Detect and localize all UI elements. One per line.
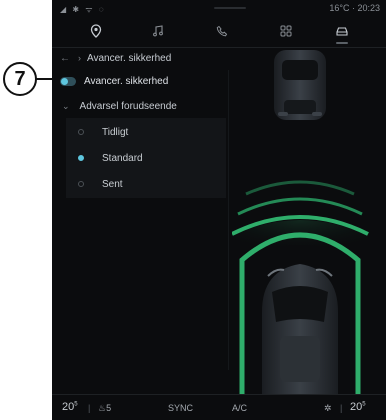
- status-handle: [214, 7, 246, 9]
- sensor-arcs: [232, 180, 369, 260]
- option-label: Standard: [102, 152, 143, 164]
- callout-number-7: 7: [3, 62, 37, 96]
- footer-separator: |: [88, 403, 91, 413]
- option-label: Sent: [102, 178, 123, 190]
- back-arrow-icon[interactable]: ←: [60, 53, 70, 64]
- ac-button[interactable]: A/C: [232, 403, 247, 413]
- footer-separator: |: [340, 403, 343, 413]
- option-label: Tidligt: [102, 126, 129, 138]
- chevron-down-icon: ⌄: [62, 100, 70, 111]
- status-icons: ◢ ✱ ᯤ ◌: [60, 5, 106, 14]
- nav-car-icon[interactable]: [322, 20, 362, 44]
- top-navigation: [52, 16, 386, 48]
- status-bar: ◢ ✱ ᯤ ◌ 16°C · 20:23: [52, 0, 386, 16]
- advanced-safety-toggle-row[interactable]: Avancer. sikkerhed: [60, 73, 168, 89]
- seat-heat-icon: ♨: [98, 403, 107, 413]
- vehicle-sensor-visualization: [232, 50, 369, 394]
- climate-bar: 205 | ♨5 SYNC A/C ✲ | 205: [52, 394, 386, 420]
- seat-heating-left[interactable]: ♨5: [98, 403, 111, 414]
- option-late[interactable]: Sent: [78, 176, 123, 192]
- multimedia-screen: ◢ ✱ ᯤ ◌ 16°C · 20:23 ← › Avancer. sikker…: [52, 0, 386, 420]
- panel-divider: [228, 70, 229, 370]
- nav-apps-icon[interactable]: [266, 20, 306, 42]
- toggle-knob: [61, 77, 68, 85]
- chevron-right-icon: ›: [78, 53, 81, 63]
- toggle-label: Avancer. sikkerhed: [84, 75, 169, 87]
- radio-late[interactable]: [78, 181, 84, 187]
- option-standard[interactable]: Standard: [78, 150, 143, 166]
- temp-right[interactable]: 205: [350, 401, 366, 413]
- status-temp-time: 16°C · 20:23: [329, 3, 380, 13]
- option-early[interactable]: Tidligt: [78, 124, 128, 140]
- temp-left[interactable]: 205: [62, 401, 78, 413]
- section-header-forward-warning[interactable]: ⌄ Advarsel forudseende: [62, 98, 177, 114]
- breadcrumb[interactable]: ← › Avancer. sikkerhed: [60, 50, 171, 66]
- radio-early[interactable]: [78, 129, 84, 135]
- own-vehicle-icon: [262, 264, 338, 394]
- sync-button[interactable]: SYNC: [168, 403, 193, 413]
- nav-phone-icon[interactable]: [202, 20, 242, 42]
- nav-music-icon[interactable]: [138, 20, 178, 42]
- fan-icon[interactable]: ✲: [324, 403, 332, 414]
- advanced-safety-toggle[interactable]: [60, 76, 76, 86]
- nav-location-icon[interactable]: [76, 20, 116, 42]
- section-label: Advarsel forudseende: [79, 100, 177, 112]
- vehicle-ahead-icon: [274, 50, 326, 120]
- radio-standard[interactable]: [78, 155, 84, 161]
- breadcrumb-label: Avancer. sikkerhed: [87, 52, 172, 64]
